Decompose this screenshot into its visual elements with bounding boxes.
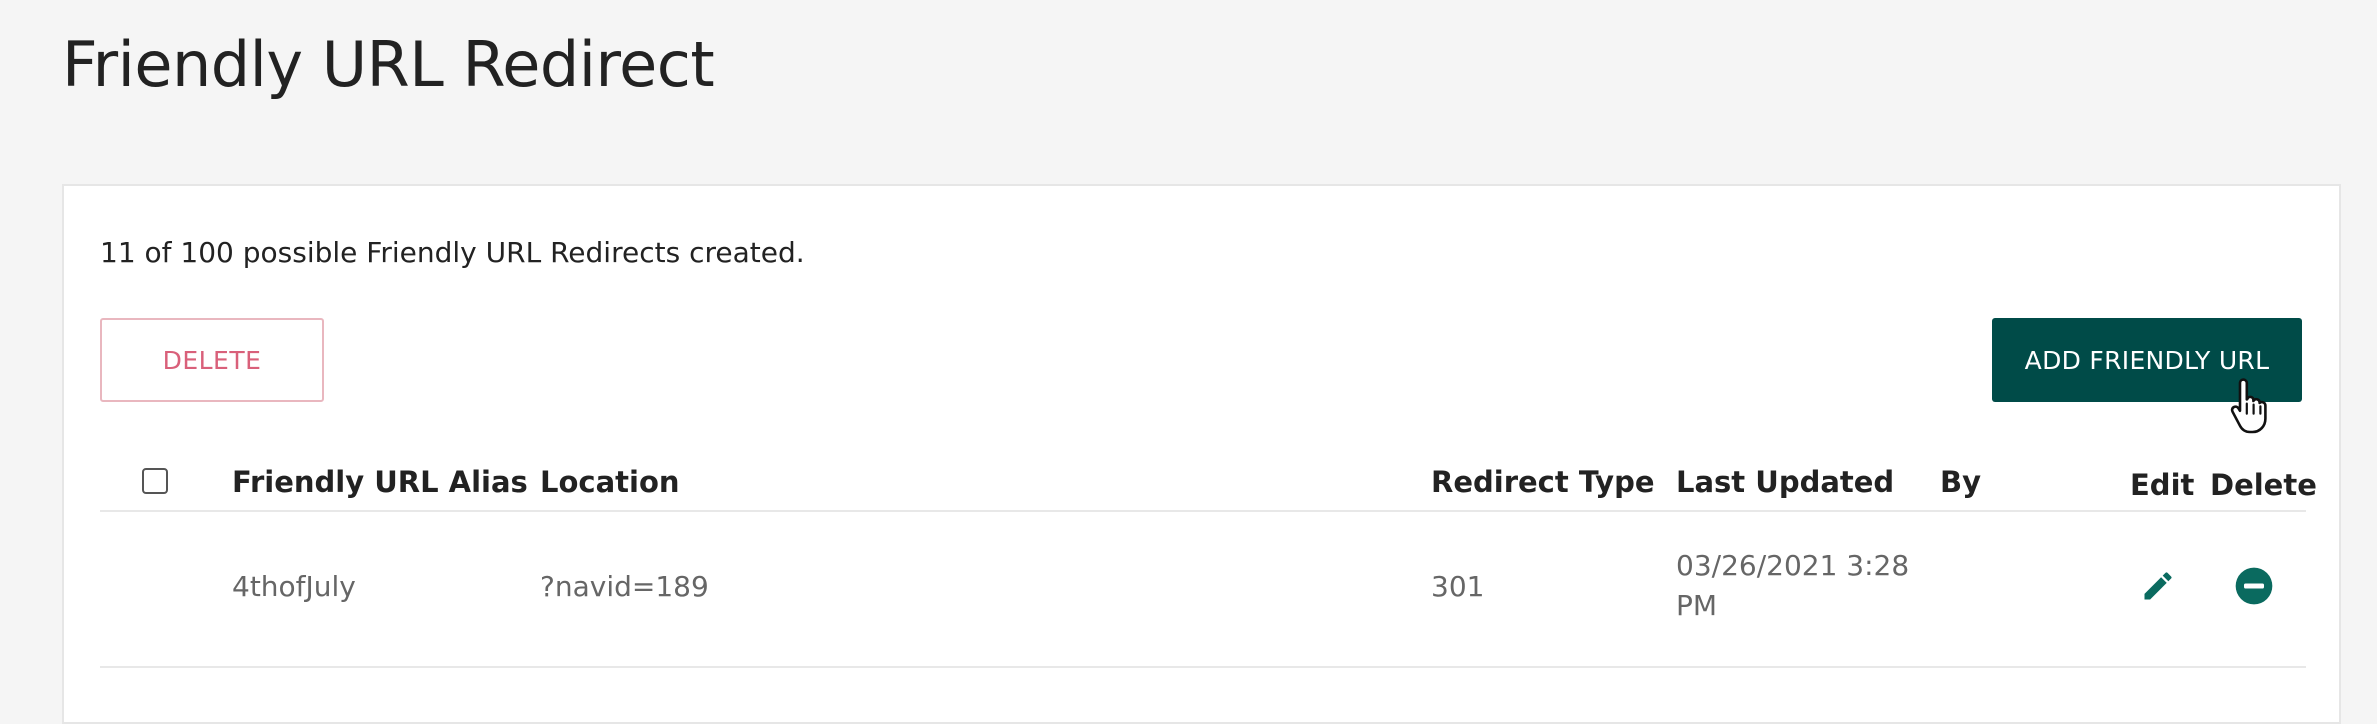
delete-row-button[interactable] [2232, 564, 2276, 608]
redirects-card: 11 of 100 possible Friendly URL Redirect… [62, 184, 2341, 724]
minus-circle-icon [2235, 567, 2273, 605]
column-header-by[interactable]: By [1940, 465, 1981, 499]
delete-button[interactable]: DELETE [100, 318, 324, 402]
column-header-alias[interactable]: Friendly URL Alias [232, 465, 528, 499]
edit-button[interactable] [2136, 564, 2180, 608]
column-header-delete: Delete [2210, 468, 2317, 502]
redirect-count-summary: 11 of 100 possible Friendly URL Redirect… [100, 236, 805, 269]
row-divider [100, 666, 2306, 668]
hand-pointer-icon [2230, 378, 2267, 434]
header-divider [100, 510, 2306, 512]
cell-redirect-type: 301 [1431, 570, 1485, 603]
pencil-icon [2144, 572, 2172, 600]
column-header-location[interactable]: Location [540, 465, 680, 499]
cell-alias: 4thofJuly [232, 570, 356, 603]
page-title: Friendly URL Redirect [62, 28, 715, 101]
column-header-redirect-type[interactable]: Redirect Type [1431, 465, 1655, 499]
cell-location: ?navid=189 [540, 570, 709, 603]
column-header-last-updated[interactable]: Last Updated [1676, 465, 1894, 499]
select-all-checkbox[interactable] [142, 468, 168, 494]
cell-last-updated: 03/26/2021 3:28 PM [1676, 549, 1910, 622]
column-header-edit: Edit [2130, 468, 2195, 502]
